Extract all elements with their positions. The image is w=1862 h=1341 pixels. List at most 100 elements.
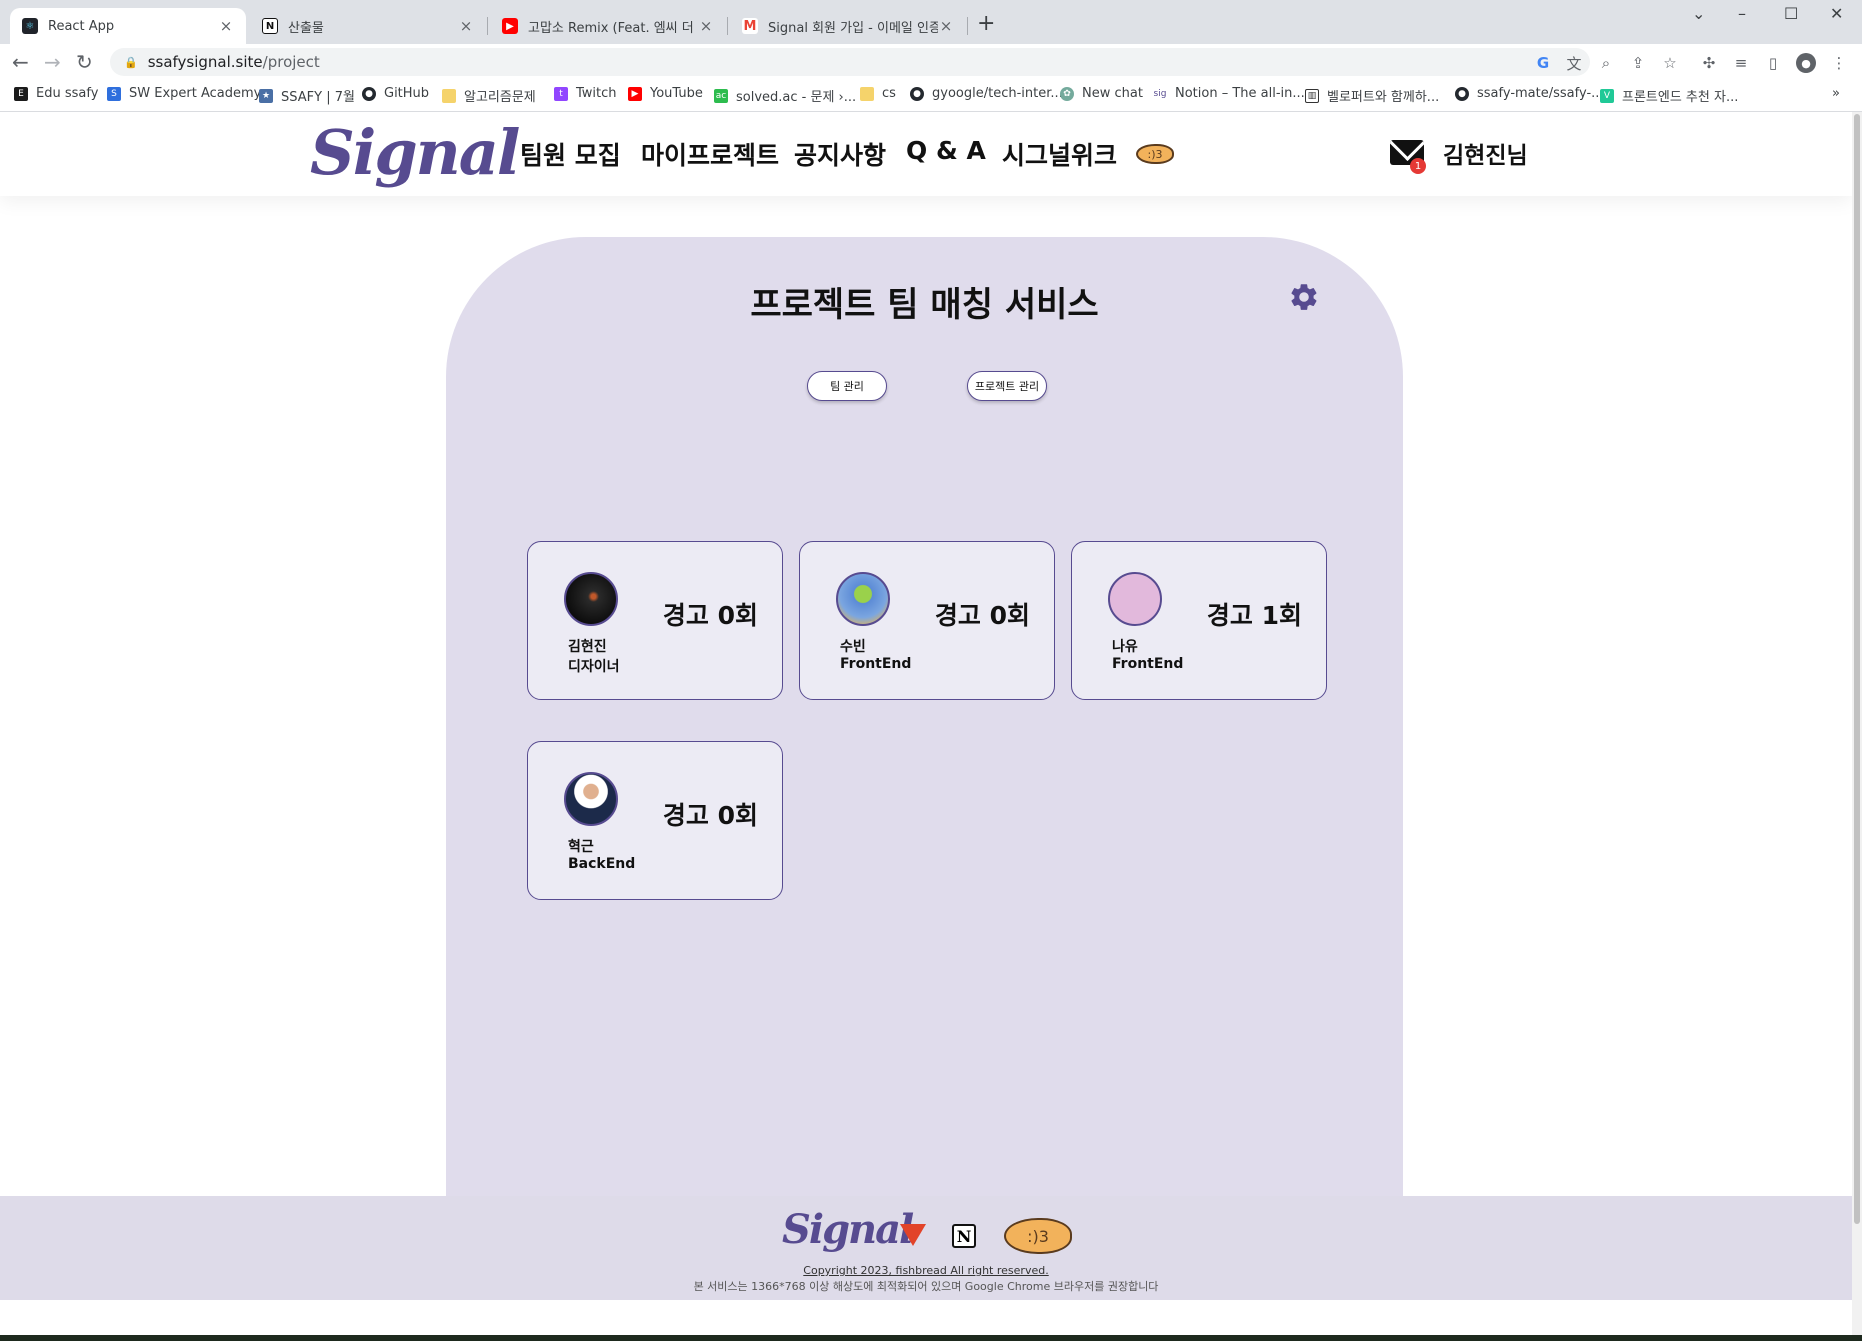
menu-icon[interactable]: ⋮ <box>1830 54 1848 72</box>
lock-icon: 🔒 <box>124 55 138 69</box>
gear-icon[interactable] <box>1288 281 1320 313</box>
footer-signal-logo[interactable]: Signal <box>782 1206 914 1253</box>
copyright-text: Copyright 2023, fishbread All right rese… <box>803 1264 1049 1277</box>
nav-my-project[interactable]: 마이프로젝트 <box>641 136 779 172</box>
tab-title: 고맙소 Remix (Feat. 엠씨 더 항기 <box>528 20 698 36</box>
bookmark[interactable]: ● ssafy-mate/ssafy-... <box>1455 86 1604 101</box>
signal-icon: sig <box>1153 86 1167 101</box>
warning-count: 경고 0회 <box>662 801 758 830</box>
fishbread-icon[interactable]: :)3 <box>1004 1218 1072 1254</box>
youtube-icon: ▶ <box>628 86 642 101</box>
bookmark-star-icon[interactable]: ☆ <box>1661 54 1679 72</box>
media-icon[interactable]: ≡ <box>1732 54 1750 72</box>
project-manage-button[interactable]: 프로젝트 관리 <box>967 371 1047 401</box>
member-name: 수빈 <box>840 639 866 655</box>
team-manage-button[interactable]: 팀 관리 <box>807 371 887 401</box>
close-tab-icon[interactable]: × <box>458 17 474 35</box>
avatar <box>836 572 890 626</box>
nav-team-recruit[interactable]: 팀원 모집 <box>520 136 621 172</box>
bookmark[interactable]: S SW Expert Academy <box>107 86 261 101</box>
browser-toolbar: ← → ↻ 🔒 ssafysignal.site/project G 文 ⌕ ⇪… <box>0 44 1862 80</box>
maximize-icon[interactable]: ☐ <box>1784 4 1798 23</box>
browser-tab-strip: ⚛ React App × N 산출물 × ▶ 고맙소 Remix (Feat.… <box>0 0 1862 44</box>
extensions-icon[interactable]: ✣ <box>1700 54 1718 72</box>
member-card[interactable]: 김현진 디자이너 경고 0회 <box>527 541 783 700</box>
close-tab-icon[interactable]: × <box>218 17 234 35</box>
page-scrollbar[interactable] <box>1852 112 1862 1335</box>
member-role: 디자이너 <box>568 659 620 675</box>
translate-icon[interactable]: 文 <box>1565 54 1583 73</box>
side-panel-icon[interactable]: ▯ <box>1764 54 1782 72</box>
share-icon[interactable]: ⇪ <box>1629 54 1647 72</box>
ssafy-icon: ★ <box>259 88 273 103</box>
nav-qna[interactable]: Q & A <box>906 136 986 165</box>
chatgpt-icon: ✿ <box>1060 86 1074 101</box>
new-tab-button[interactable]: + <box>977 13 995 35</box>
bookmark[interactable]: sig Notion – The all-in... <box>1153 86 1305 101</box>
bookmark[interactable]: t Twitch <box>554 86 617 101</box>
youtube-icon: ▶ <box>502 18 518 34</box>
notion-icon: N <box>262 18 278 34</box>
resolution-notice: 본 서비스는 1366*768 이상 해상도에 최적화되어 있으며 Google… <box>693 1280 1159 1293</box>
signal-logo[interactable]: Signal <box>310 116 520 189</box>
address-bar[interactable]: 🔒 ssafysignal.site/project <box>110 48 1590 76</box>
nav-notice[interactable]: 공지사항 <box>794 136 886 172</box>
bookmark[interactable]: ac solved.ac - 문제 ›... <box>714 86 856 105</box>
bookmark[interactable]: ● gyoogle/tech-inter... <box>910 86 1063 101</box>
bookmarks-more-icon[interactable]: » <box>1832 86 1840 101</box>
tab-separator <box>727 17 728 35</box>
folder-icon <box>860 86 874 101</box>
bookmark[interactable]: ● GitHub <box>362 86 429 101</box>
close-tab-icon[interactable]: × <box>698 17 714 35</box>
minimize-icon[interactable]: – <box>1738 4 1746 23</box>
tab-search-icon[interactable]: ⌄ <box>1692 4 1705 23</box>
bookmark-folder[interactable]: 알고리즘문제 <box>442 86 536 105</box>
warning-count: 경고 1회 <box>1206 601 1302 630</box>
book-icon: ▥ <box>1305 88 1319 103</box>
tab-separator <box>967 17 968 35</box>
github-icon: ● <box>1455 86 1469 101</box>
user-name[interactable]: 김현진님 <box>1443 136 1528 170</box>
zoom-icon[interactable]: ⌕ <box>1597 54 1615 72</box>
tab-youtube[interactable]: ▶ 고맙소 Remix (Feat. 엠씨 더 항기 × <box>490 8 726 44</box>
avatar <box>564 572 618 626</box>
bookmark[interactable]: E Edu ssafy <box>14 86 98 101</box>
bookmark[interactable]: V 프론트엔드 추천 자... <box>1600 86 1738 105</box>
bookmark[interactable]: ▶ YouTube <box>628 86 703 101</box>
nav-signal-week[interactable]: 시그널위크 <box>1002 136 1117 172</box>
tab-separator <box>487 17 488 35</box>
notion-icon[interactable]: N <box>952 1224 976 1248</box>
google-icon[interactable]: G <box>1534 54 1552 72</box>
warning-count: 경고 0회 <box>662 601 758 630</box>
scrollbar-thumb[interactable] <box>1854 114 1860 1224</box>
velog-icon: V <box>1600 88 1614 103</box>
site-header: Signal 팀원 모집 마이프로젝트 공지사항 Q & A 시그널위크 :)3… <box>0 112 1852 196</box>
bookmark[interactable]: ▥ 벨로퍼트와 함께하... <box>1305 86 1439 105</box>
bookmark-folder[interactable]: cs <box>860 86 896 101</box>
member-card[interactable]: 나유 FrontEnd 경고 1회 <box>1071 541 1327 700</box>
site-footer: Signal N :)3 Copyright 2023, fishbread A… <box>0 1196 1852 1300</box>
solved-ac-icon: ac <box>714 88 728 103</box>
member-card[interactable]: 수빈 FrontEnd 경고 0회 <box>799 541 1055 700</box>
fishbread-icon[interactable]: :)3 <box>1136 144 1174 164</box>
tab-notion[interactable]: N 산출물 × <box>250 8 486 44</box>
member-name: 혁근 <box>568 839 594 855</box>
page-viewport: Signal 팀원 모집 마이프로젝트 공지사항 Q & A 시그널위크 :)3… <box>0 112 1852 1335</box>
tab-title: React App <box>48 18 115 34</box>
gitlab-icon[interactable] <box>900 1224 926 1246</box>
close-window-icon[interactable]: ✕ <box>1830 4 1843 23</box>
reload-icon[interactable]: ↻ <box>76 50 93 74</box>
forward-icon[interactable]: → <box>44 50 61 74</box>
tab-gmail[interactable]: M Signal 회원 가입 - 이메일 인증 × <box>730 8 966 44</box>
bookmark[interactable]: ✿ New chat <box>1060 86 1143 101</box>
profile-avatar-icon[interactable]: ● <box>1796 53 1816 73</box>
member-card[interactable]: 혁근 BackEnd 경고 0회 <box>527 741 783 900</box>
close-tab-icon[interactable]: × <box>938 17 954 35</box>
warning-count: 경고 0회 <box>934 601 1030 630</box>
back-icon[interactable]: ← <box>12 50 29 74</box>
tab-react-app[interactable]: ⚛ React App × <box>10 8 246 44</box>
gmail-icon: M <box>742 18 758 34</box>
member-name: 김현진 <box>568 639 607 655</box>
member-role: FrontEnd <box>1112 656 1184 672</box>
bookmark[interactable]: ★ SSAFY | 7월 <box>259 86 355 105</box>
